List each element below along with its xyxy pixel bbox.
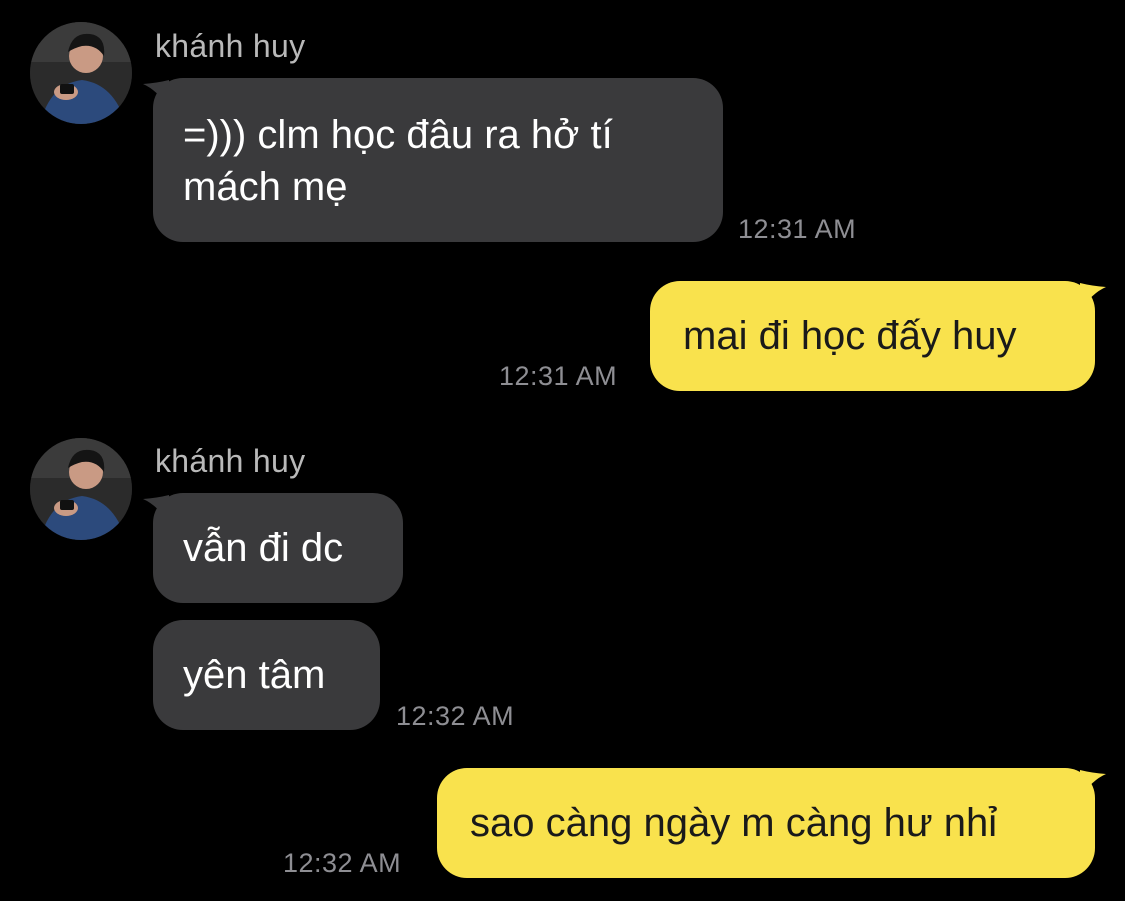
- message-text: =))) clm học đâu ra hở tí: [183, 113, 613, 157]
- message-bubble[interactable]: =))) clm học đâu ra hở tí mách mẹ: [153, 78, 723, 242]
- bubble-tail: [1080, 283, 1106, 311]
- sender-name: khánh huy: [155, 28, 306, 64]
- timestamp: 12:31 AM: [499, 361, 618, 391]
- message-bubble[interactable]: yên tâm: [153, 620, 380, 730]
- message-bubble[interactable]: sao càng ngày m càng hư nhỉ: [437, 768, 1095, 878]
- message-text: vẫn đi dc: [183, 526, 344, 570]
- message-text: mách mẹ: [183, 165, 348, 209]
- avatar[interactable]: [30, 22, 132, 124]
- message-bubble[interactable]: vẫn đi dc: [153, 493, 403, 603]
- timestamp: 12:32 AM: [396, 701, 515, 731]
- bubble-tail: [143, 80, 169, 108]
- avatar[interactable]: [30, 438, 132, 540]
- message-text: sao càng ngày m càng hư nhỉ: [470, 801, 998, 845]
- bubble-tail: [1080, 770, 1106, 798]
- message-text: mai đi học đấy huy: [683, 314, 1017, 358]
- timestamp: 12:32 AM: [283, 848, 402, 878]
- message-bubble[interactable]: mai đi học đấy huy: [650, 281, 1095, 391]
- message-text: yên tâm: [183, 653, 326, 697]
- sender-name: khánh huy: [155, 443, 306, 479]
- timestamp: 12:31 AM: [738, 214, 857, 244]
- bubble-tail: [143, 495, 169, 523]
